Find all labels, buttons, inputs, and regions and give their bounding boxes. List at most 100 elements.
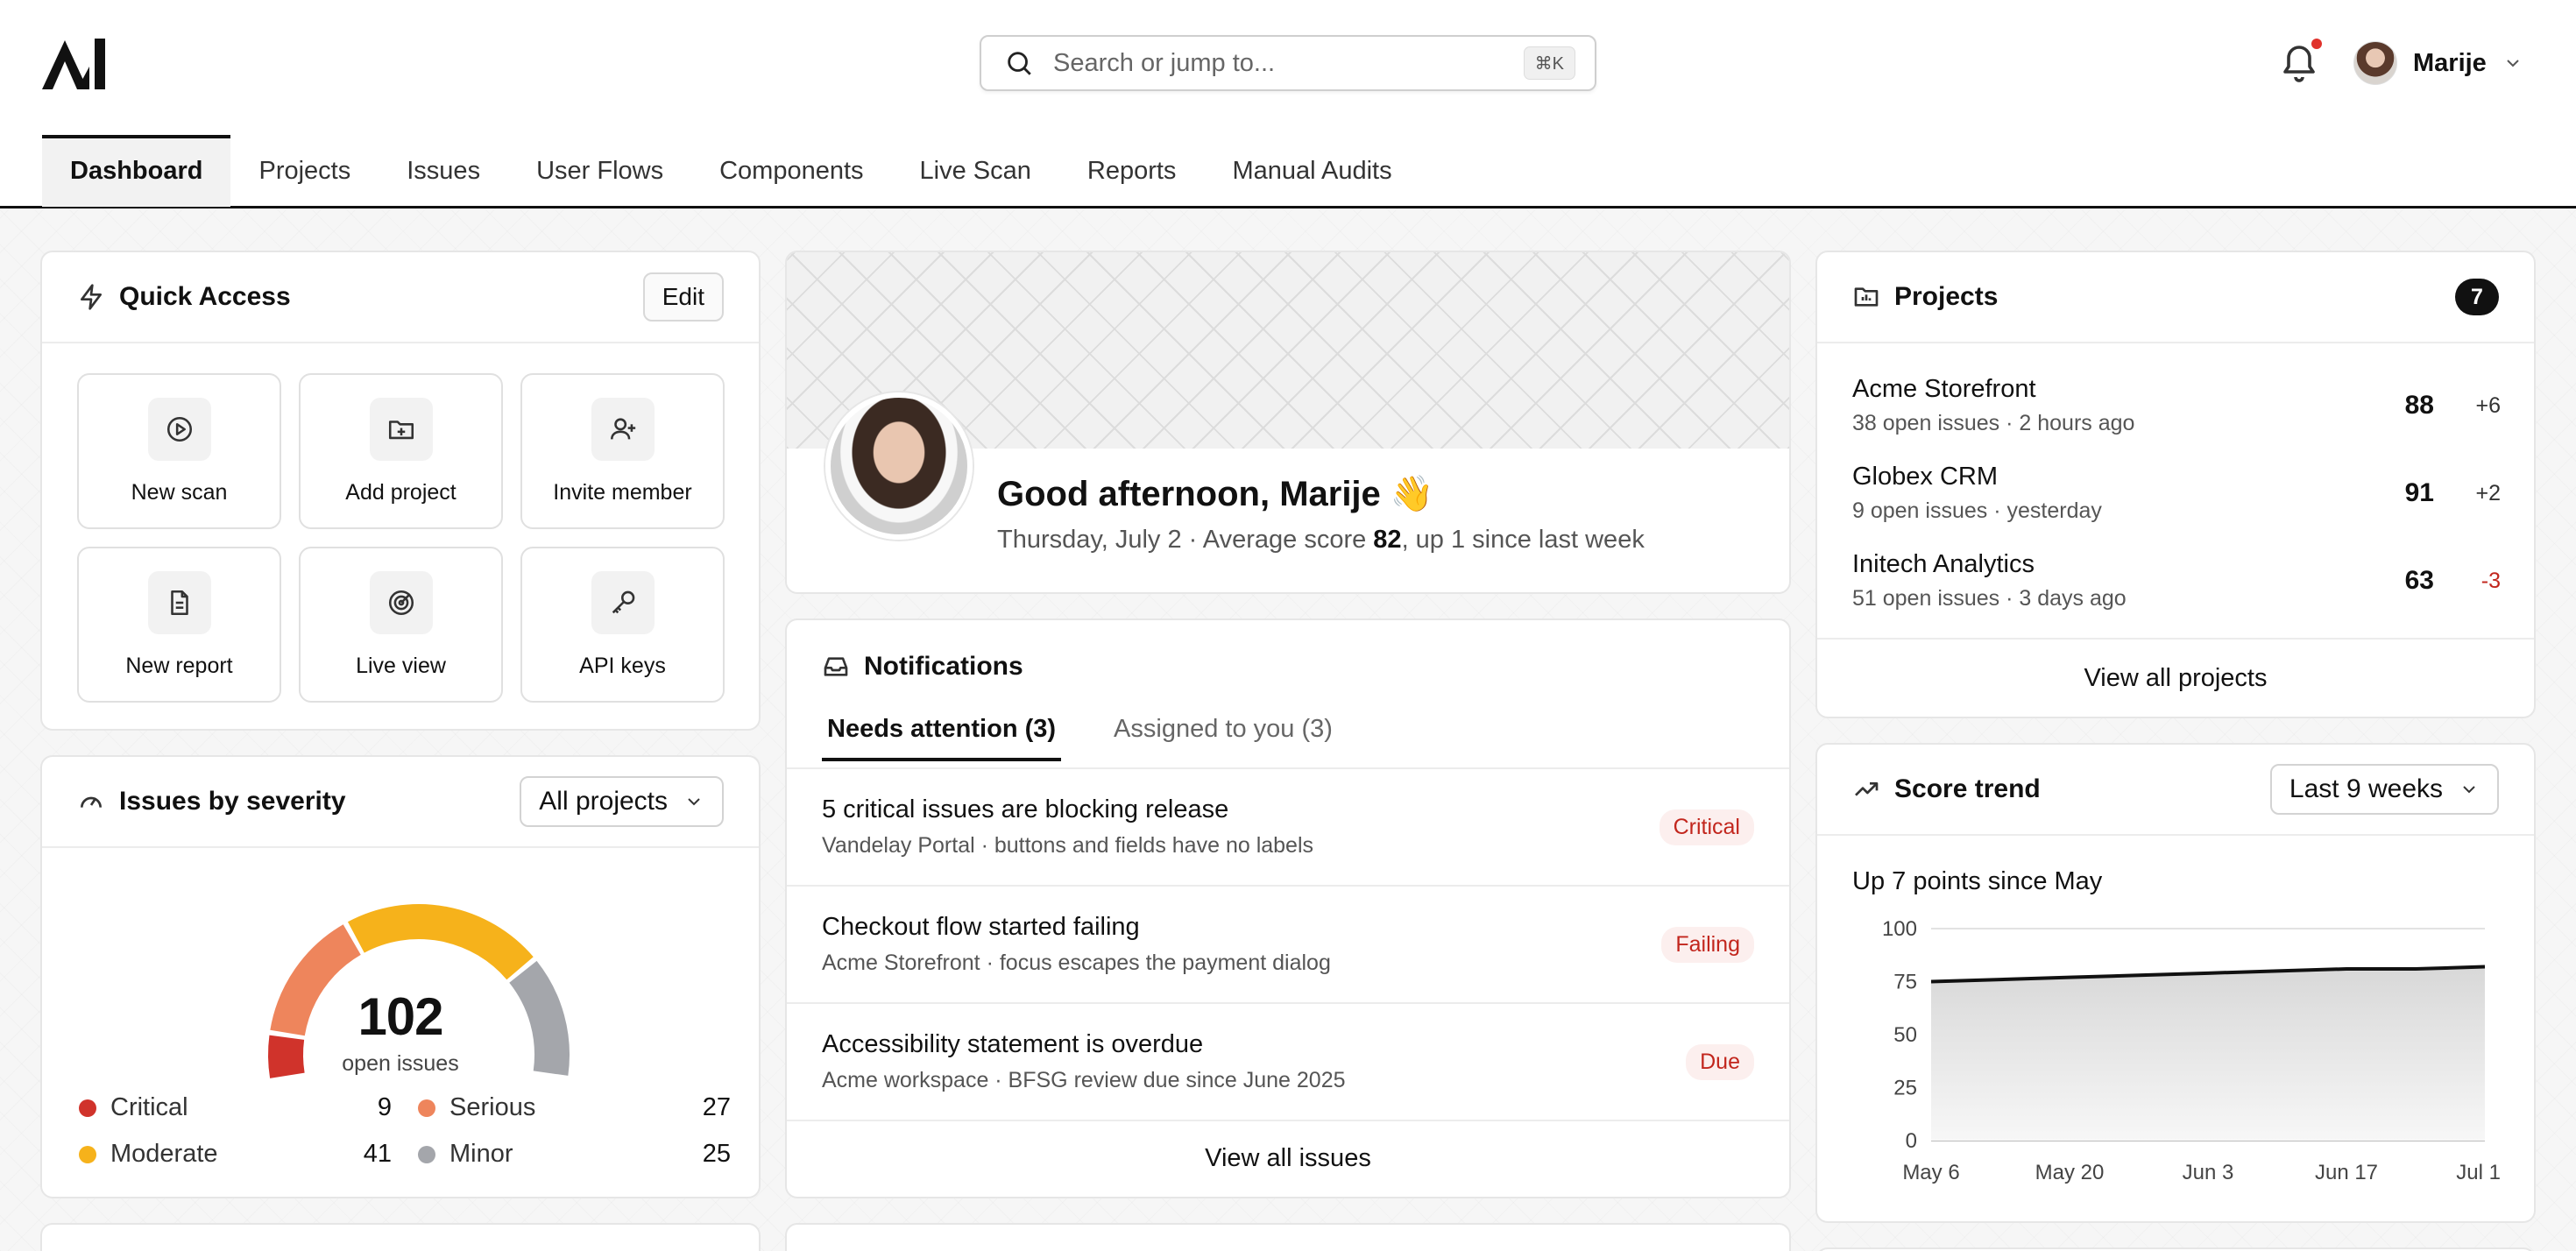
radar-icon (388, 590, 414, 615)
view-all-projects-link[interactable]: View all projects (1817, 664, 2534, 693)
status-badge: Critical (1659, 809, 1754, 845)
project-score: 91 (2404, 478, 2434, 507)
tab-components[interactable]: Components (691, 135, 891, 207)
y-tick-label: 25 (1893, 1077, 1917, 1100)
trending-up-icon (1855, 782, 1879, 796)
user-name: Marije (2413, 48, 2487, 77)
chevron-down-icon (2507, 60, 2519, 67)
avatar (825, 392, 973, 540)
search-placeholder: Search or jump to... (1053, 48, 1276, 77)
y-tick-label: 75 (1893, 971, 1917, 994)
quick-access-card: Quick Access Edit New scan Add project I… (40, 251, 761, 731)
greeting-card: Good afternoon, Marije 👋 Thursday, July … (785, 251, 1791, 594)
tab-reports[interactable]: Reports (1059, 135, 1205, 207)
notifications-card: Notifications Needs attention (3) Assign… (785, 618, 1791, 1198)
projects-card: Projects 7 Acme Storefront 38 open issues… (1815, 251, 2536, 718)
edit-button[interactable]: Edit (642, 272, 724, 322)
legend-moderate: Moderate 41 (79, 1140, 392, 1169)
x-tick-label: May 6 (1902, 1161, 1959, 1184)
play-circle-icon (166, 416, 192, 442)
lower-left-card (40, 1223, 761, 1251)
project-row[interactable]: Globex CRM 9 open issues · yesterday 91 +… (1852, 454, 2501, 533)
notification-item[interactable]: 5 critical issues are blocking release V… (787, 769, 1789, 887)
project-row[interactable]: Initech Analytics 51 open issues · 3 days… (1852, 541, 2501, 620)
project-score: 88 (2404, 391, 2434, 420)
lightning-icon (81, 284, 102, 310)
file-text-icon (170, 590, 188, 615)
tile-label: Live view (356, 653, 446, 678)
tile-label: Invite member (553, 479, 692, 505)
chart-folder-icon (1854, 287, 1879, 307)
gauge-icon (81, 796, 102, 808)
invite-member-tile[interactable]: Invite member (520, 373, 725, 529)
tile-label: New scan (131, 479, 228, 505)
add-project-tile[interactable]: Add project (299, 373, 503, 529)
x-tick-label: Jun 17 (2315, 1161, 2378, 1184)
score-trend-chart: 0 25 50 75 100 May 6 May 20 Jun 3 Jun 17 Jul 1 (1882, 917, 2501, 1184)
notification-dot (2311, 39, 2322, 49)
inbox-icon (824, 657, 848, 676)
total-issues: 102 (357, 987, 443, 1046)
greeting-subtitle: Thursday, July 2 · Average score 82, up … (997, 526, 1645, 554)
api-keys-tile[interactable]: API keys (520, 547, 725, 703)
tab-assigned-to-you[interactable]: Assigned to you (3) (1108, 715, 1338, 761)
tab-live-scan[interactable]: Live Scan (892, 135, 1059, 207)
tab-issues[interactable]: Issues (379, 135, 508, 207)
projects-count-badge: 7 (2455, 279, 2499, 315)
total-issues-label: open issues (342, 1051, 459, 1076)
notification-item[interactable]: Checkout flow started failing Acme Store… (787, 887, 1789, 1004)
tile-label: New report (125, 653, 233, 678)
main-nav: Dashboard Projects Issues User Flows Com… (42, 135, 1420, 207)
greeting-title: Good afternoon, Marije 👋 (997, 475, 1434, 513)
key-icon (612, 590, 634, 613)
projects-title: Projects (1894, 282, 1999, 311)
search-box[interactable]: Search or jump to... ⌘K (980, 35, 1596, 91)
y-tick-label: 0 (1906, 1129, 1917, 1153)
user-plus-icon (610, 417, 635, 439)
user-menu[interactable]: Marije (2353, 39, 2523, 88)
tab-manual-audits[interactable]: Manual Audits (1204, 135, 1419, 207)
trend-caption: Up 7 points since May (1852, 867, 2103, 895)
chevron-down-icon (688, 798, 700, 806)
tile-label: Add project (345, 479, 456, 505)
live-view-tile[interactable]: Live view (299, 547, 503, 703)
x-tick-label: May 20 (2035, 1161, 2105, 1184)
notification-item[interactable]: Accessibility statement is overdue Acme … (787, 1004, 1789, 1121)
y-tick-label: 100 (1882, 917, 1917, 941)
search-icon (1008, 52, 1031, 75)
folder-plus-icon (388, 420, 414, 439)
select-value: All projects (539, 787, 668, 816)
trend-area (1931, 966, 2485, 1141)
status-badge: Due (1686, 1043, 1754, 1080)
legend-serious: Serious 27 (418, 1093, 731, 1122)
select-value: Last 9 weeks (2289, 774, 2443, 803)
new-scan-tile[interactable]: New scan (77, 373, 281, 529)
score-trend-title: Score trend (1894, 774, 2041, 803)
severity-title: Issues by severity (119, 787, 346, 816)
new-report-tile[interactable]: New report (77, 547, 281, 703)
logo-icon[interactable] (42, 35, 112, 91)
project-filter-select[interactable]: All projects (520, 776, 724, 827)
severity-card: Issues by severity All projects 102 open… (40, 755, 761, 1198)
status-badge: Failing (1661, 926, 1754, 963)
legend-minor: Minor 25 (418, 1140, 731, 1169)
tab-projects[interactable]: Projects (230, 135, 379, 207)
lower-right-card (1815, 1247, 2536, 1251)
legend-critical: Critical 9 (79, 1093, 392, 1122)
score-trend-card: Score trend Last 9 weeks Up 7 points sin… (1815, 743, 2536, 1223)
tab-user-flows[interactable]: User Flows (508, 135, 691, 207)
tab-needs-attention[interactable]: Needs attention (3) (822, 715, 1062, 761)
tile-label: API keys (579, 653, 666, 678)
range-select[interactable]: Last 9 weeks (2269, 764, 2499, 815)
chevron-down-icon (2463, 786, 2475, 794)
x-tick-label: Jun 3 (2183, 1161, 2234, 1184)
quick-access-title: Quick Access (119, 282, 291, 311)
tab-dashboard[interactable]: Dashboard (42, 135, 231, 207)
project-row[interactable]: Acme Storefront 38 open issues · 2 hours … (1852, 366, 2501, 445)
view-all-issues-link[interactable]: View all issues (787, 1144, 1789, 1173)
x-tick-label: Jul 1 (2456, 1161, 2501, 1184)
avatar (2353, 41, 2397, 85)
top-bar: Search or jump to... ⌘K Marije Dashboard… (0, 0, 2576, 208)
project-delta: -3 (2480, 568, 2501, 593)
y-tick-label: 50 (1893, 1023, 1917, 1047)
